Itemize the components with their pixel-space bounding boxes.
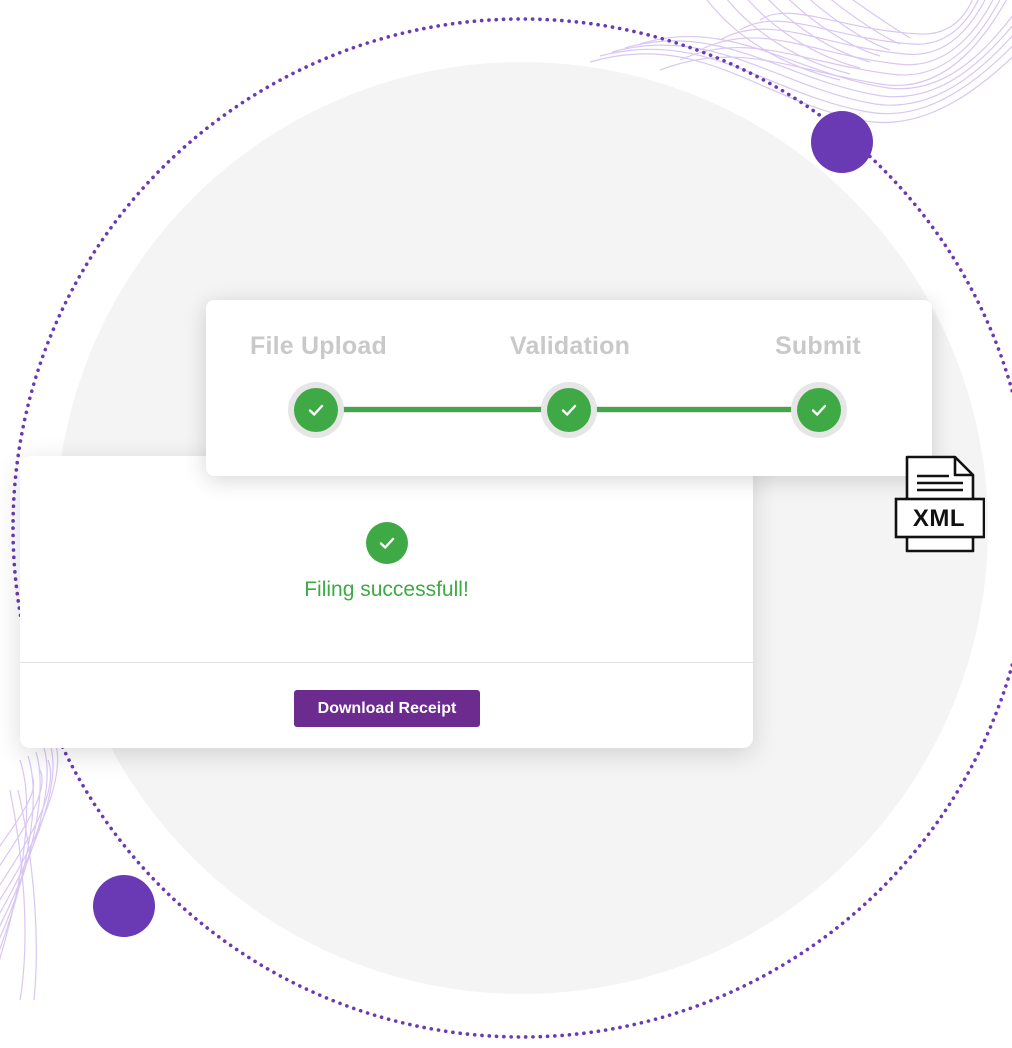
stepper-card: File Upload Validation Submit (206, 300, 932, 476)
step-node-submit (791, 382, 847, 438)
checkmark-icon (561, 404, 577, 416)
step-complete-dot (547, 388, 591, 432)
step-label-file-upload: File Upload (250, 332, 387, 360)
success-message: Filing successfull! (304, 578, 469, 601)
step-label-validation: Validation (510, 332, 631, 360)
checkmark-icon (811, 404, 827, 416)
orbit-dot-bottom-left (93, 875, 155, 937)
card-divider (20, 662, 753, 663)
step-label-submit: Submit (775, 332, 861, 360)
step-complete-dot (294, 388, 338, 432)
step-complete-dot (797, 388, 841, 432)
orbit-dot-top-right (811, 111, 873, 173)
step-node-file-upload (288, 382, 344, 438)
step-node-validation (541, 382, 597, 438)
checkmark-icon (308, 404, 324, 416)
xml-file-icon: XML (893, 454, 985, 554)
document-outline-icon (894, 455, 985, 553)
checkmark-icon (379, 537, 395, 549)
success-check-badge (366, 522, 408, 564)
hero-illustration: File Upload Validation Submit Filing suc… (0, 0, 1012, 1048)
download-receipt-button[interactable]: Download Receipt (294, 690, 480, 727)
bottom-left-line-wave (0, 741, 59, 1001)
xml-label: XML (912, 505, 966, 532)
filing-result-card: Filing successfull! Download Receipt (20, 456, 753, 748)
